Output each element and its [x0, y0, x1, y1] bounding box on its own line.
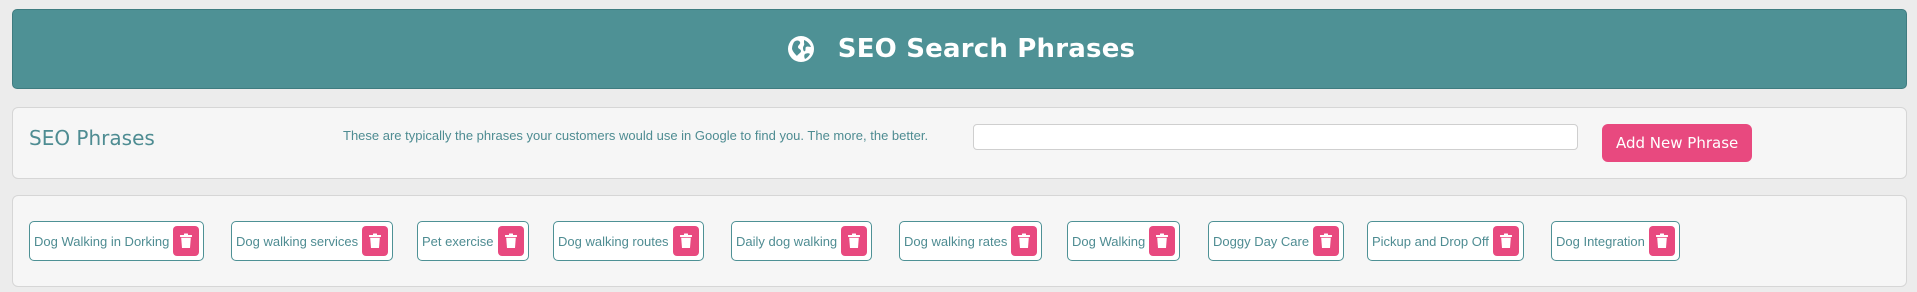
trash-icon [1156, 233, 1169, 248]
phrase-label: Daily dog walking [736, 233, 838, 249]
section-title: SEO Phrases [29, 126, 155, 150]
trash-icon [848, 233, 861, 248]
phrase-tag: Pet exercise [417, 221, 529, 261]
section-description: These are typically the phrases your cus… [343, 128, 929, 143]
phrase-tag: Dog walking services [231, 221, 394, 261]
trash-icon [679, 233, 692, 248]
page-header: SEO Search Phrases [12, 9, 1907, 89]
phrase-label: Dog Walking in Dorking [34, 233, 170, 249]
phrase-tag: Dog Walking in Dorking [29, 221, 205, 261]
phrase-label: Dog Walking [1072, 233, 1146, 249]
delete-phrase-button[interactable] [1149, 226, 1176, 256]
delete-phrase-button[interactable] [1648, 226, 1675, 256]
trash-icon [504, 233, 517, 248]
phrase-tag: Dog Walking [1067, 221, 1181, 261]
phrase-tag: Daily dog walking [731, 221, 873, 261]
trash-icon [1499, 233, 1512, 248]
phrase-label: Doggy Day Care [1213, 233, 1310, 249]
phrase-label: Dog Integration [1556, 233, 1645, 249]
trash-icon [1655, 233, 1668, 248]
phrase-tag: Dog Integration [1551, 221, 1680, 261]
new-phrase-input[interactable] [973, 124, 1578, 150]
delete-phrase-button[interactable] [362, 226, 389, 256]
phrase-tag: Pickup and Drop Off [1367, 221, 1524, 261]
phrase-label: Pet exercise [422, 233, 494, 249]
trash-icon [369, 233, 382, 248]
phrase-tag: Dog walking routes [553, 221, 704, 261]
page-title: SEO Search Phrases [837, 34, 1136, 64]
delete-phrase-button[interactable] [173, 226, 200, 256]
trash-icon [1320, 233, 1333, 248]
phrase-label: Dog walking services [236, 233, 359, 249]
phrase-label: Pickup and Drop Off [1372, 233, 1489, 249]
delete-phrase-button[interactable] [841, 226, 868, 256]
delete-phrase-button[interactable] [1492, 226, 1519, 256]
globe-icon [784, 32, 818, 66]
phrase-tags-panel: Dog Walking in Dorking Dog walking servi… [12, 195, 1907, 287]
delete-phrase-button[interactable] [1011, 226, 1038, 256]
phrase-label: Dog walking rates [904, 233, 1008, 249]
phrase-label: Dog walking routes [558, 233, 669, 249]
add-new-phrase-button[interactable]: Add New Phrase [1602, 124, 1753, 162]
seo-phrases-panel: SEO Phrases These are typically the phra… [12, 107, 1907, 179]
delete-phrase-button[interactable] [672, 226, 699, 256]
phrase-tag: Dog walking rates [899, 221, 1043, 261]
trash-icon [1018, 233, 1031, 248]
delete-phrase-button[interactable] [1313, 226, 1340, 256]
trash-icon [180, 233, 193, 248]
delete-phrase-button[interactable] [497, 226, 524, 256]
phrase-tag: Doggy Day Care [1208, 221, 1345, 261]
